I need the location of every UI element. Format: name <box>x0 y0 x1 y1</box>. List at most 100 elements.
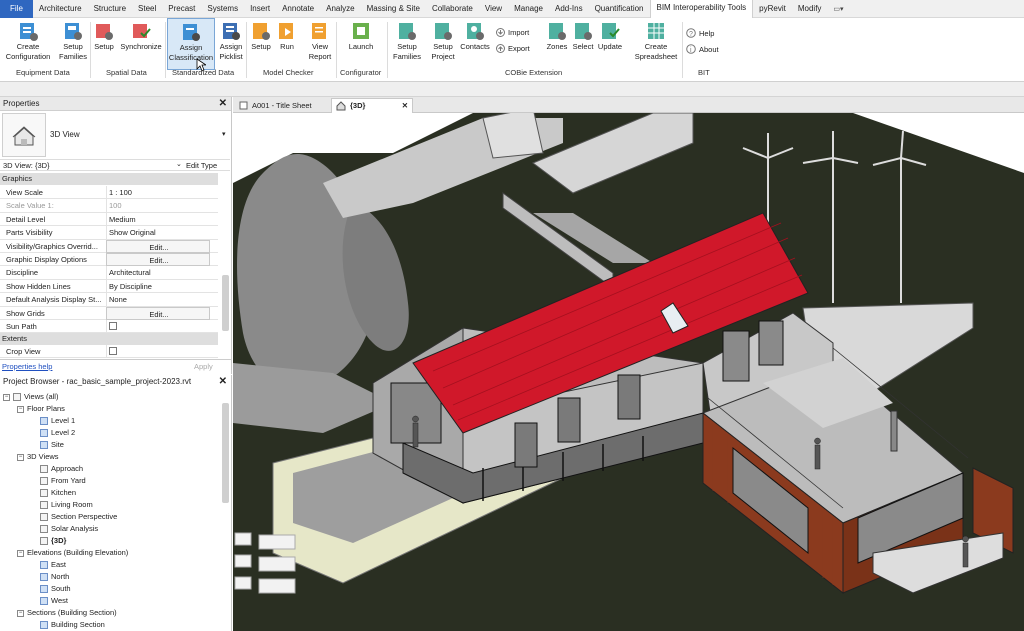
close-icon[interactable]: ✕ <box>219 375 227 389</box>
property-value[interactable]: 1 : 100 <box>106 186 210 199</box>
create-spreadsheet-button[interactable]: Create Spreadsheet <box>632 18 680 70</box>
menu-structure[interactable]: Structure <box>88 0 132 18</box>
group-standardized-data: Standardized Data <box>172 68 235 77</box>
menu-modify[interactable]: Modify <box>792 0 828 18</box>
property-value[interactable] <box>106 320 210 333</box>
launch-button[interactable]: Launch <box>345 18 377 70</box>
group-model-checker: Model Checker <box>263 68 314 77</box>
tree-view-item[interactable]: Building Section <box>40 619 105 631</box>
select-button[interactable]: Select <box>571 18 595 70</box>
property-value[interactable]: Architectural <box>106 266 210 280</box>
tree-floor-plans[interactable]: − Floor Plans <box>17 403 65 415</box>
collapse-toggle-icon[interactable]: − <box>17 405 24 413</box>
menu-systems[interactable]: Systems <box>201 0 244 18</box>
edit-button[interactable]: Edit... <box>106 253 210 266</box>
tree-view-item[interactable]: From Yard <box>40 475 86 487</box>
tree-view-item[interactable]: Section Perspective <box>40 511 117 523</box>
group-cobie-extension: COBie Extension <box>505 68 563 77</box>
tree-view-item[interactable]: Living Room <box>40 499 93 511</box>
assign-classification-button[interactable]: Assign Classification <box>167 18 215 70</box>
synchronize-button[interactable]: Synchronize <box>118 18 164 70</box>
model-checker-setup-button[interactable]: Setup <box>248 18 274 70</box>
tree-elevations[interactable]: − Elevations (Building Elevation) <box>17 547 128 559</box>
menu-architecture[interactable]: Architecture <box>33 0 88 18</box>
zones-button[interactable]: Zones <box>544 18 570 70</box>
tab-3d-view[interactable]: {3D} ✕ <box>331 98 413 113</box>
run-button[interactable]: Run <box>276 18 298 70</box>
configuration-icon <box>20 23 38 41</box>
export-button[interactable]: Export <box>496 44 530 53</box>
update-button[interactable]: Update <box>596 18 624 70</box>
tree-view-item[interactable]: Kitchen <box>40 487 76 499</box>
edit-button[interactable]: Edit... <box>106 306 210 320</box>
menu-add-ins[interactable]: Add-Ins <box>549 0 589 18</box>
3d-view-icon <box>40 489 48 497</box>
property-value[interactable]: 100 <box>106 199 210 213</box>
apply-button[interactable]: Apply <box>194 362 213 371</box>
tree-view-item[interactable]: North <box>40 571 69 583</box>
menu-manage[interactable]: Manage <box>508 0 549 18</box>
menu-collaborate[interactable]: Collaborate <box>426 0 479 18</box>
browser-scrollbar[interactable] <box>222 403 229 503</box>
chevron-down-icon[interactable]: ▾ <box>222 130 226 138</box>
assign-picklist-button[interactable]: Assign Picklist <box>216 18 246 70</box>
tree-sections[interactable]: − Sections (Building Section) <box>17 607 117 619</box>
edit-type-button[interactable]: Edit Type <box>186 161 217 170</box>
property-row: Default Analysis Display St... None <box>0 293 218 307</box>
about-button[interactable]: i About <box>686 44 719 54</box>
import-button[interactable]: Import <box>496 28 529 37</box>
group-separator <box>682 22 683 78</box>
property-value[interactable]: Show Original <box>106 226 210 240</box>
3d-view-icon <box>40 525 48 533</box>
setup-families-button[interactable]: Setup Families <box>56 18 90 70</box>
tree-view-item[interactable]: Solar Analysis <box>40 523 98 535</box>
tree-view-item[interactable]: Level 1 <box>40 415 75 427</box>
cobie-setup-families-button[interactable]: Setup Families <box>390 18 424 70</box>
instance-selector[interactable]: 3D View: {3D} ⌄ Edit Type <box>0 159 230 171</box>
properties-help-link[interactable]: Properties help <box>2 362 52 371</box>
contacts-button[interactable]: Contacts <box>458 18 492 70</box>
menu-view[interactable]: View <box>479 0 508 18</box>
help-button[interactable]: ? Help <box>686 28 714 38</box>
spatial-setup-button[interactable]: Setup <box>92 18 116 70</box>
options-dropdown-icon[interactable]: ▭▾ <box>833 5 843 13</box>
collapse-toggle-icon[interactable]: − <box>17 453 24 461</box>
close-icon[interactable]: ✕ <box>402 99 408 113</box>
collapse-toggle-icon[interactable]: − <box>17 609 24 617</box>
crop-view-checkbox[interactable] <box>109 347 117 355</box>
menu-file[interactable]: File <box>0 0 33 18</box>
tree-view-item[interactable]: East <box>40 559 66 571</box>
create-configuration-button[interactable]: Create Configuration <box>2 18 54 70</box>
menu-annotate[interactable]: Annotate <box>276 0 320 18</box>
tree-view-item[interactable]: Level 2 <box>40 427 75 439</box>
tree-view-item[interactable]: Approach <box>40 463 83 475</box>
sun-path-checkbox[interactable] <box>109 322 117 330</box>
menu-pyrevit[interactable]: pyRevit <box>753 0 792 18</box>
tree-view-item[interactable]: South <box>40 583 71 595</box>
tree-views-all[interactable]: − Views (all) <box>3 391 58 403</box>
3d-view-icon <box>40 465 48 473</box>
property-value[interactable]: Medium <box>106 212 210 226</box>
menu-bim-interoperability-tools[interactable]: BIM Interoperability Tools <box>649 0 754 18</box>
tab-title-sheet[interactable]: A001 - Title Sheet <box>235 98 331 113</box>
tree-view-item[interactable]: West <box>40 595 68 607</box>
tree-view-item[interactable]: {3D} <box>40 535 66 547</box>
menu-insert[interactable]: Insert <box>244 0 276 18</box>
menu-steel[interactable]: Steel <box>132 0 162 18</box>
menu-precast[interactable]: Precast <box>162 0 201 18</box>
view-report-button[interactable]: View Report <box>306 18 334 70</box>
properties-scrollbar[interactable] <box>222 275 229 331</box>
tree-view-item[interactable]: Site <box>40 439 64 451</box>
menu-quantification[interactable]: Quantification <box>589 0 650 18</box>
collapse-toggle-icon[interactable]: − <box>17 549 24 557</box>
tree-3d-views[interactable]: −3D Views <box>17 451 59 463</box>
property-value[interactable]: None <box>106 293 210 307</box>
property-value[interactable]: By Discipline <box>106 279 210 293</box>
3d-viewport[interactable] <box>233 113 1024 631</box>
close-icon[interactable]: ✕ <box>219 97 227 111</box>
menu-massing-site[interactable]: Massing & Site <box>361 0 426 18</box>
edit-button[interactable]: Edit... <box>106 239 210 253</box>
menu-analyze[interactable]: Analyze <box>320 0 360 18</box>
collapse-toggle-icon[interactable]: − <box>3 393 10 401</box>
setup-project-button[interactable]: Setup Project <box>430 18 456 70</box>
